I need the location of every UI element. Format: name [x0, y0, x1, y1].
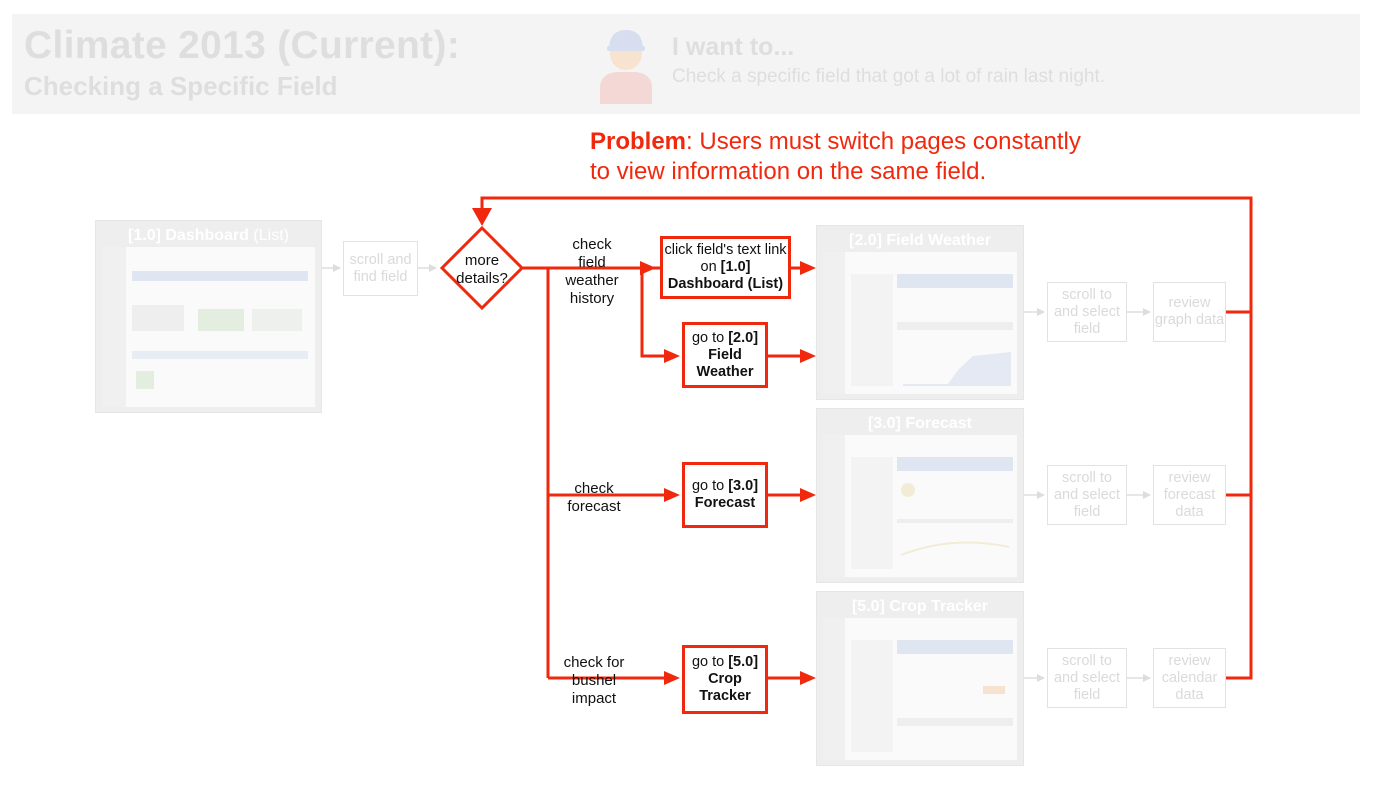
screen-dashboard-list: [1.0] Dashboard (List) [95, 220, 322, 413]
screen-forecast-title: [3.0] Forecast [867, 415, 973, 432]
step-scroll-find-field: scroll and find field [343, 241, 418, 296]
step-review-calendar-data: review calendar data [1153, 648, 1226, 708]
step-review-forecast-data: review forecast data [1153, 465, 1226, 525]
branch-label-weather-history: check field weather history [565, 236, 619, 307]
screen-crop-tracker: [5.0] Crop Tracker [816, 591, 1024, 766]
action-click-field-link: click field's text link on [1.0] Dashboa… [660, 236, 791, 299]
step-scroll-select-field-1: scroll to and select field [1047, 282, 1127, 342]
screen-forecast: [3.0] Forecast [816, 408, 1024, 583]
action-go-to-field-weather: go to [2.0] Field Weather [682, 322, 768, 388]
crop-tracker-screenshot-image [823, 618, 1017, 760]
branch-label-forecast: check forecast [567, 480, 621, 515]
screen-dashboard-title: [1.0] Dashboard (List) [128, 227, 289, 244]
screen-field-weather: [2.0] Field Weather [816, 225, 1024, 400]
forecast-screenshot-image [823, 435, 1017, 577]
dashboard-screenshot-image [102, 247, 315, 407]
action-go-to-forecast: go to [3.0] Forecast [682, 462, 768, 528]
step-scroll-select-field-3: scroll to and select field [1047, 648, 1127, 708]
screen-crop-tracker-title: [5.0] Crop Tracker [851, 598, 989, 615]
step-review-graph-data: review graph data [1153, 282, 1226, 342]
decision-label: more details? [456, 252, 508, 287]
step-scroll-select-field-2: scroll to and select field [1047, 465, 1127, 525]
screen-field-weather-title: [2.0] Field Weather [849, 232, 991, 249]
field-weather-screenshot-image [823, 252, 1017, 394]
branch-label-bushel-impact: check for bushel impact [563, 654, 625, 707]
action-go-to-crop-tracker: go to [5.0] Crop Tracker [682, 645, 768, 714]
